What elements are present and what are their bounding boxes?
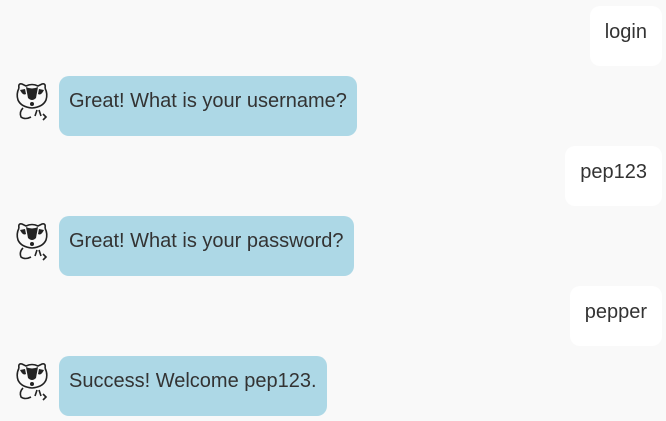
message-row-bot: Great! What is your password? — [0, 216, 666, 276]
message-row-user: login — [0, 6, 666, 66]
badger-icon — [16, 223, 48, 261]
badger-icon — [16, 83, 48, 121]
user-message-bubble: pep123 — [565, 146, 662, 206]
message-row-bot: Great! What is your username? — [0, 76, 666, 136]
badger-icon — [16, 363, 48, 401]
chat-window: login Great! What is your username? pep1… — [0, 0, 666, 421]
bot-message-bubble: Great! What is your password? — [59, 216, 354, 276]
user-message-bubble: login — [589, 6, 662, 66]
user-message-bubble: pepper — [569, 286, 662, 346]
bot-message-bubble: Success! Welcome pep123. — [59, 356, 327, 416]
message-row-user: pepper — [0, 286, 666, 346]
message-row-user: pep123 — [0, 146, 666, 206]
bot-message-bubble: Great! What is your username? — [59, 76, 357, 136]
message-row-bot: Success! Welcome pep123. — [0, 356, 666, 416]
